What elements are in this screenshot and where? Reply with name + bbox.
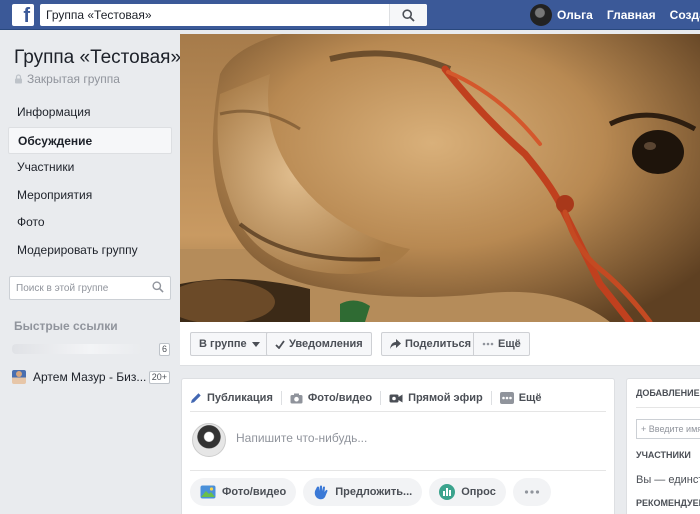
pill-more[interactable]	[512, 478, 551, 506]
search-icon	[402, 8, 415, 22]
tab-more[interactable]: Ещё	[499, 392, 542, 404]
post-composer: Публикация Фото/видео Прямой эфир Ещё На…	[181, 378, 615, 514]
live-video-icon	[389, 394, 403, 402]
pill-suggest-label: Предложить...	[335, 486, 413, 498]
more-dots-icon	[482, 342, 494, 346]
tab-separator	[380, 391, 382, 405]
right-column: ДОБАВЛЕНИЕ УЧАСТНИКОВ + Введите имя или …	[626, 378, 700, 514]
share-label: Поделиться	[405, 338, 472, 350]
blurred-link-label	[12, 344, 142, 354]
tab-publication[interactable]: Публикация	[190, 392, 273, 404]
tab-more-label: Ещё	[518, 392, 542, 404]
tab-photo-video-label: Фото/видео	[307, 392, 373, 404]
notifications-label: Уведомления	[289, 338, 363, 350]
sidebar-item-discussion[interactable]: Обсуждение	[8, 126, 172, 154]
sidebar-item-moderate[interactable]: Модерировать группу	[8, 237, 172, 265]
group-search	[9, 276, 171, 300]
quick-link-label: Артем Мазур - Биз...	[33, 370, 147, 384]
group-nav: Информация Обсуждение Участники Мероприя…	[8, 99, 172, 264]
more-dots-icon	[524, 490, 539, 494]
quick-link-count-badge: 6	[158, 342, 170, 356]
facebook-logo[interactable]: f	[12, 4, 34, 26]
recommended-groups-title: РЕКОМЕНДУЕМЫЕ ГРУППЫ	[636, 498, 700, 508]
in-group-button[interactable]: В группе	[190, 332, 269, 356]
share-icon	[390, 339, 401, 349]
more-label: Ещё	[498, 338, 521, 350]
tab-photo-video[interactable]: Фото/видео	[290, 392, 372, 404]
right-column-divider	[636, 407, 700, 408]
group-privacy: Закрытая группа	[14, 72, 120, 86]
pencil-icon	[191, 393, 201, 403]
group-privacy-label: Закрытая группа	[27, 72, 120, 86]
composer-quick-actions: Фото/видео Предложить... Опрос	[190, 478, 558, 506]
quick-link-avatar	[12, 370, 26, 384]
quick-link-count-badge: 20+	[148, 370, 170, 384]
grid-more-icon	[499, 392, 514, 404]
sidebar-item-events[interactable]: Мероприятия	[8, 182, 172, 210]
group-action-bar: В группе Уведомления Поделиться Ещё	[180, 322, 700, 366]
tab-live-video-label: Прямой эфир	[408, 392, 483, 404]
search-button[interactable]	[389, 4, 427, 26]
chevron-down-icon	[251, 341, 260, 347]
checkmark-icon	[275, 339, 285, 349]
sidebar-item-members[interactable]: Участники	[8, 154, 172, 182]
members-summary: Вы — единственный участник	[636, 474, 700, 486]
camel-cover-image	[180, 34, 700, 322]
composer-tabs: Публикация Фото/видео Прямой эфир Ещё	[190, 385, 549, 411]
global-search-input[interactable]	[40, 4, 390, 26]
more-button[interactable]: Ещё	[473, 332, 530, 356]
in-group-label: В группе	[199, 338, 247, 350]
profile-link[interactable]: Ольга	[557, 8, 593, 22]
lock-icon	[15, 74, 22, 84]
share-button[interactable]: Поделиться	[381, 332, 481, 356]
global-search	[40, 4, 427, 26]
tab-separator	[280, 391, 282, 405]
sidebar-item-info[interactable]: Информация	[8, 99, 172, 127]
pill-photo-video[interactable]: Фото/видео	[190, 478, 297, 506]
photo-icon	[200, 485, 216, 499]
search-icon[interactable]	[152, 281, 164, 293]
quick-link-item[interactable]: 6	[12, 340, 170, 358]
pill-photo-video-label: Фото/видео	[222, 486, 287, 498]
group-search-input[interactable]	[10, 277, 145, 299]
user-avatar[interactable]	[530, 4, 552, 26]
quick-link-item[interactable]: Артем Мазур - Биз... 20+	[12, 368, 170, 386]
add-members-input[interactable]: + Введите имя или email	[636, 419, 700, 439]
create-link[interactable]: Создать	[670, 8, 700, 22]
composer-divider	[190, 411, 606, 412]
group-title[interactable]: Группа «Тестовая»	[14, 47, 181, 69]
poll-icon	[439, 484, 456, 500]
quick-links-title: Быстрые ссылки	[14, 319, 118, 333]
group-cover-photo[interactable]	[180, 34, 700, 322]
pill-suggest[interactable]: Предложить...	[303, 478, 423, 506]
tab-publication-label: Публикация	[207, 392, 273, 404]
notifications-button[interactable]: Уведомления	[266, 332, 372, 356]
tab-live-video[interactable]: Прямой эфир	[389, 392, 483, 404]
pill-poll-label: Опрос	[461, 486, 496, 498]
pill-poll[interactable]: Опрос	[429, 478, 506, 506]
add-members-title: ДОБАВЛЕНИЕ УЧАСТНИКОВ	[636, 388, 700, 398]
sidebar-item-photos[interactable]: Фото	[8, 209, 172, 237]
composer-divider	[190, 470, 606, 471]
top-nav-links: Ольга Главная Создать	[530, 0, 700, 30]
top-navigation-bar: f Ольга Главная Создать	[0, 0, 700, 30]
camera-icon	[290, 393, 303, 403]
hand-wave-icon	[314, 485, 328, 500]
composer-user-avatar	[192, 423, 226, 457]
home-link[interactable]: Главная	[607, 8, 656, 22]
members-title: УЧАСТНИКИ	[636, 450, 691, 460]
tab-separator	[490, 391, 492, 405]
composer-input[interactable]: Напишите что-нибудь...	[236, 431, 367, 445]
